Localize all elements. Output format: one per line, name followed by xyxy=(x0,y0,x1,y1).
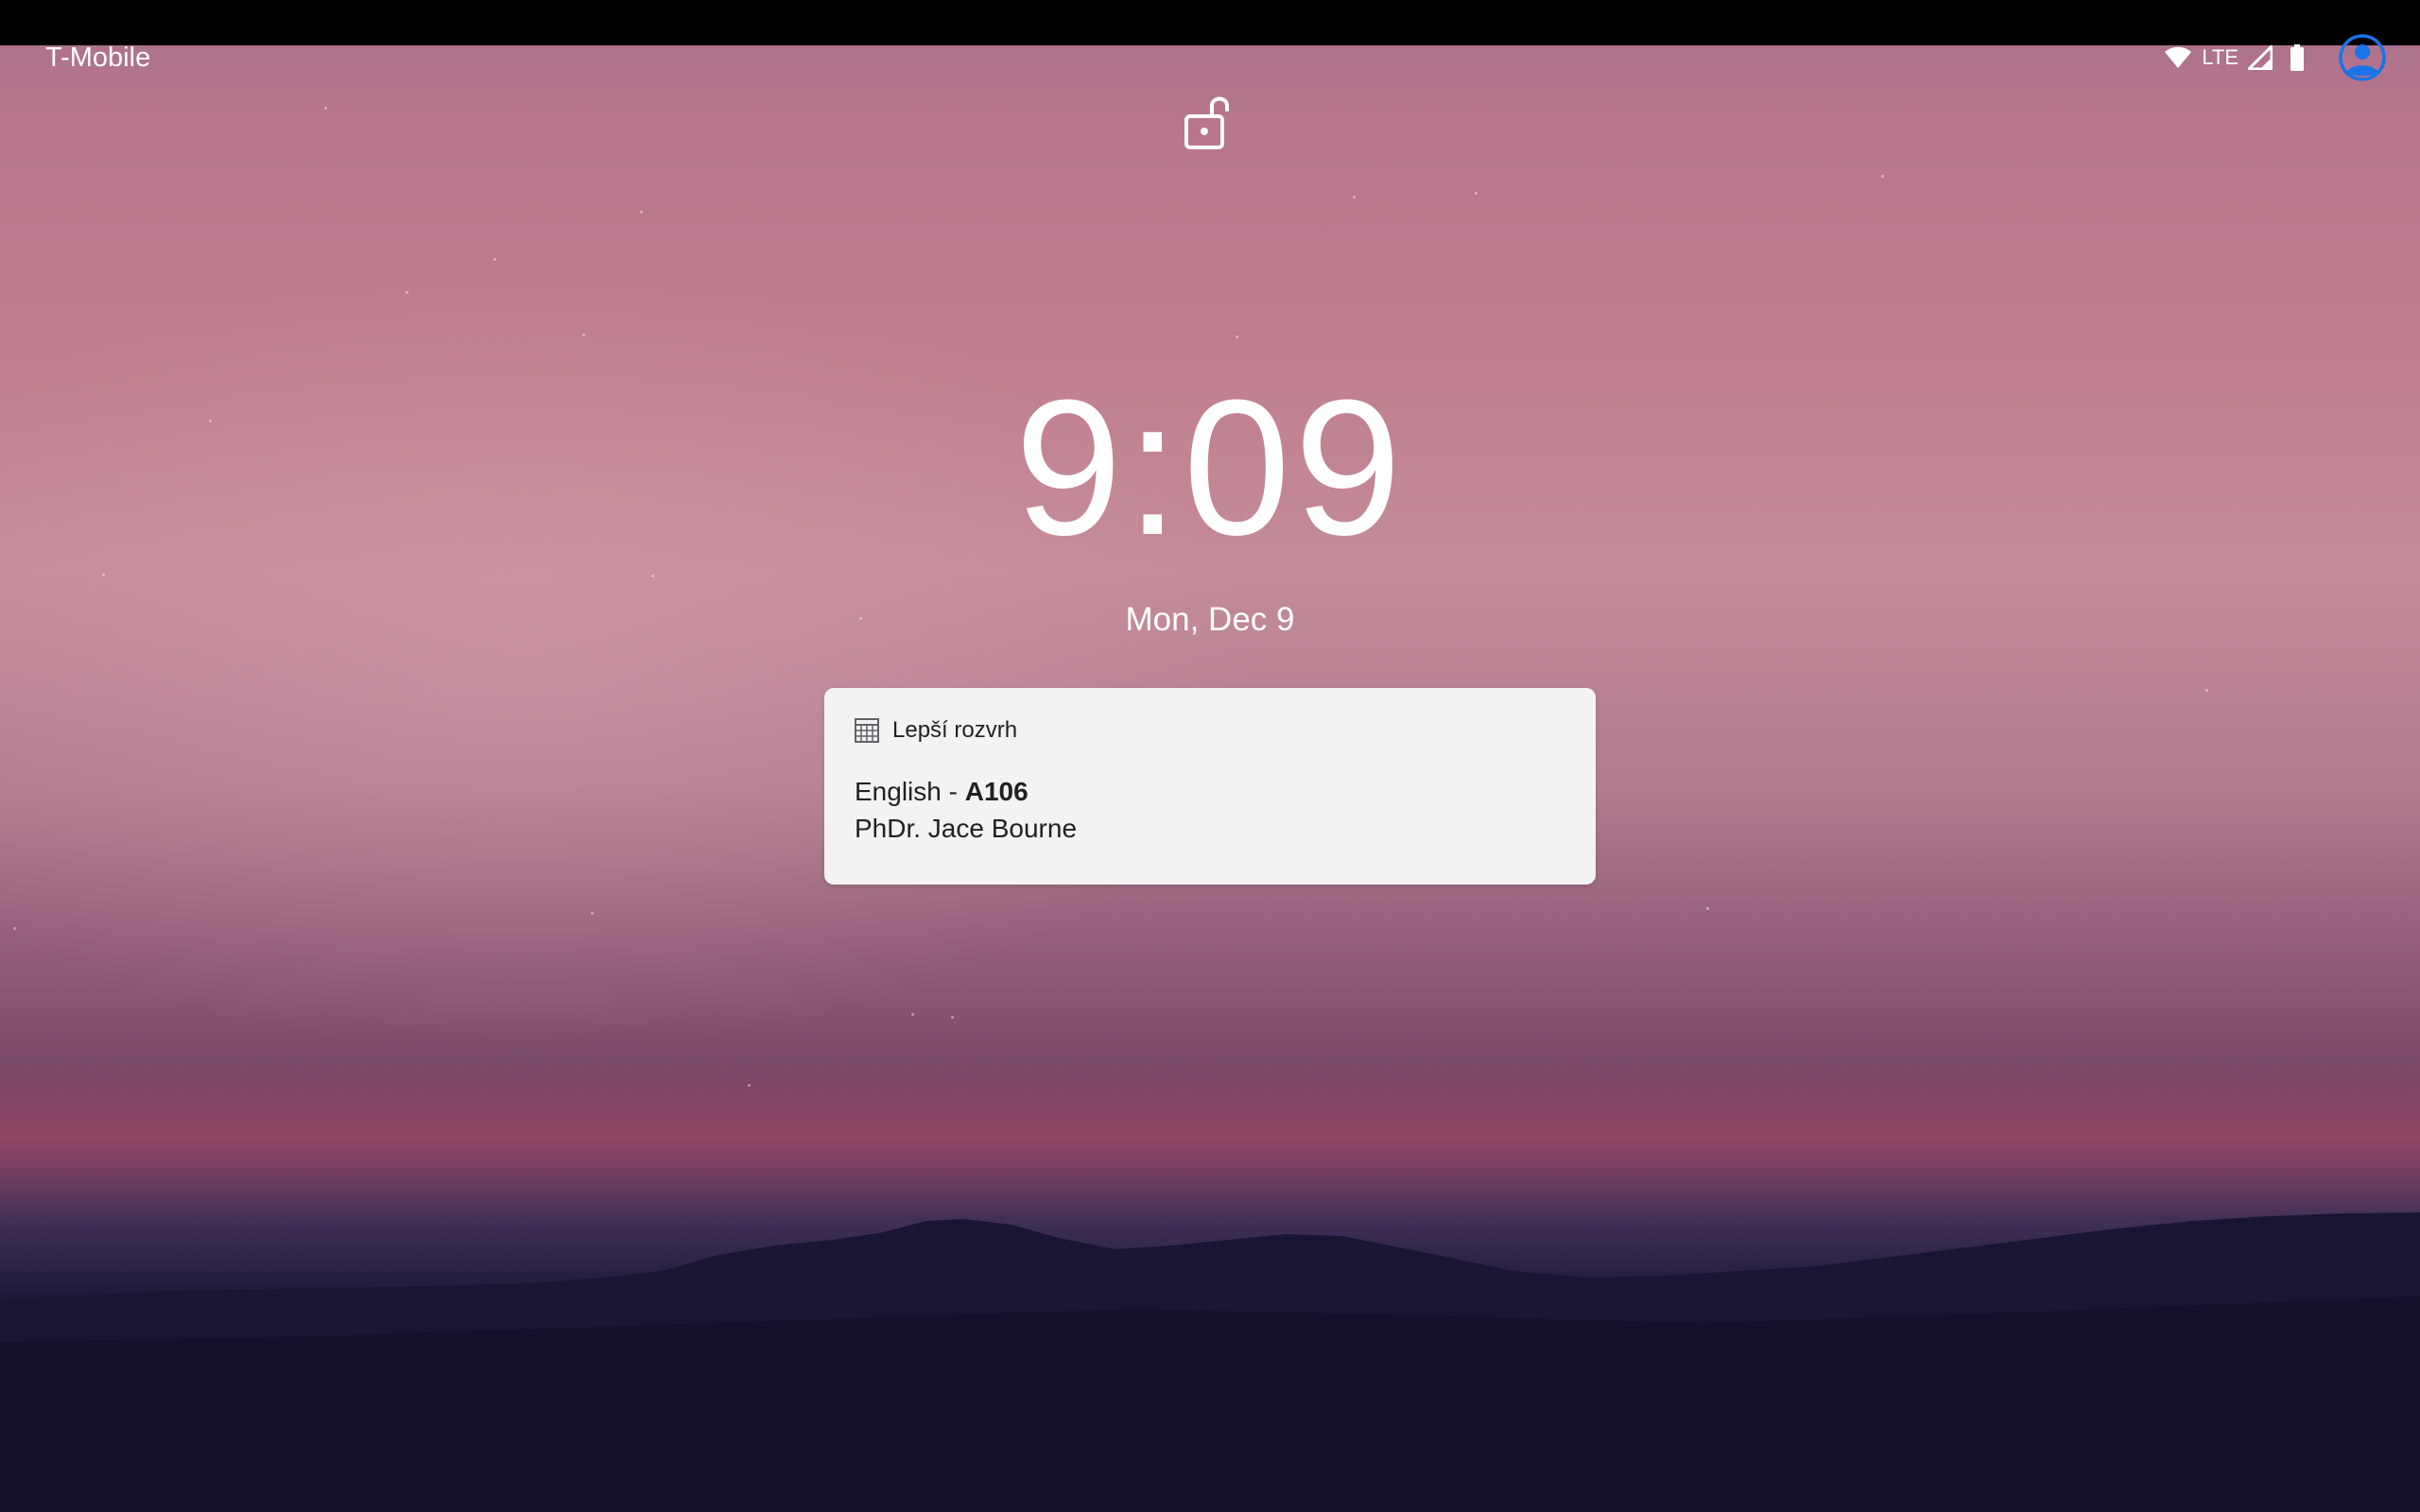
network-type-label: LTE xyxy=(2202,45,2238,69)
user-avatar-icon[interactable] xyxy=(2339,34,2386,81)
cell-signal-icon xyxy=(2248,45,2273,70)
lock-screen: T-Mobile LTE 9:09 Mon, Dec 9 Lepší rozvr… xyxy=(0,0,2420,1512)
notification-header: Lepší rozvrh xyxy=(855,716,1017,745)
unlocked-padlock-icon[interactable] xyxy=(1184,93,1233,151)
notification-app-name: Lepší rozvrh xyxy=(892,717,1018,743)
calendar-grid-icon xyxy=(855,718,879,743)
lockscreen-clock: 9:09 xyxy=(1014,360,1406,576)
lockscreen-date: Mon, Dec 9 xyxy=(1125,601,1295,638)
notification-text: PhDr. Jace Bourne xyxy=(855,814,1078,843)
notification-title: English - A106 xyxy=(855,775,1028,809)
top-black-bar xyxy=(0,0,2420,45)
carrier-name: T-Mobile xyxy=(45,43,151,73)
status-icons: LTE xyxy=(2164,32,2386,83)
battery-icon xyxy=(2290,44,2305,71)
notification-card[interactable]: Lepší rozvrh English - A106 PhDr. Jace B… xyxy=(824,688,1596,885)
notification-title-room: A106 xyxy=(964,777,1028,806)
wifi-icon xyxy=(2164,46,2192,69)
notification-title-prefix: English - xyxy=(855,777,965,806)
